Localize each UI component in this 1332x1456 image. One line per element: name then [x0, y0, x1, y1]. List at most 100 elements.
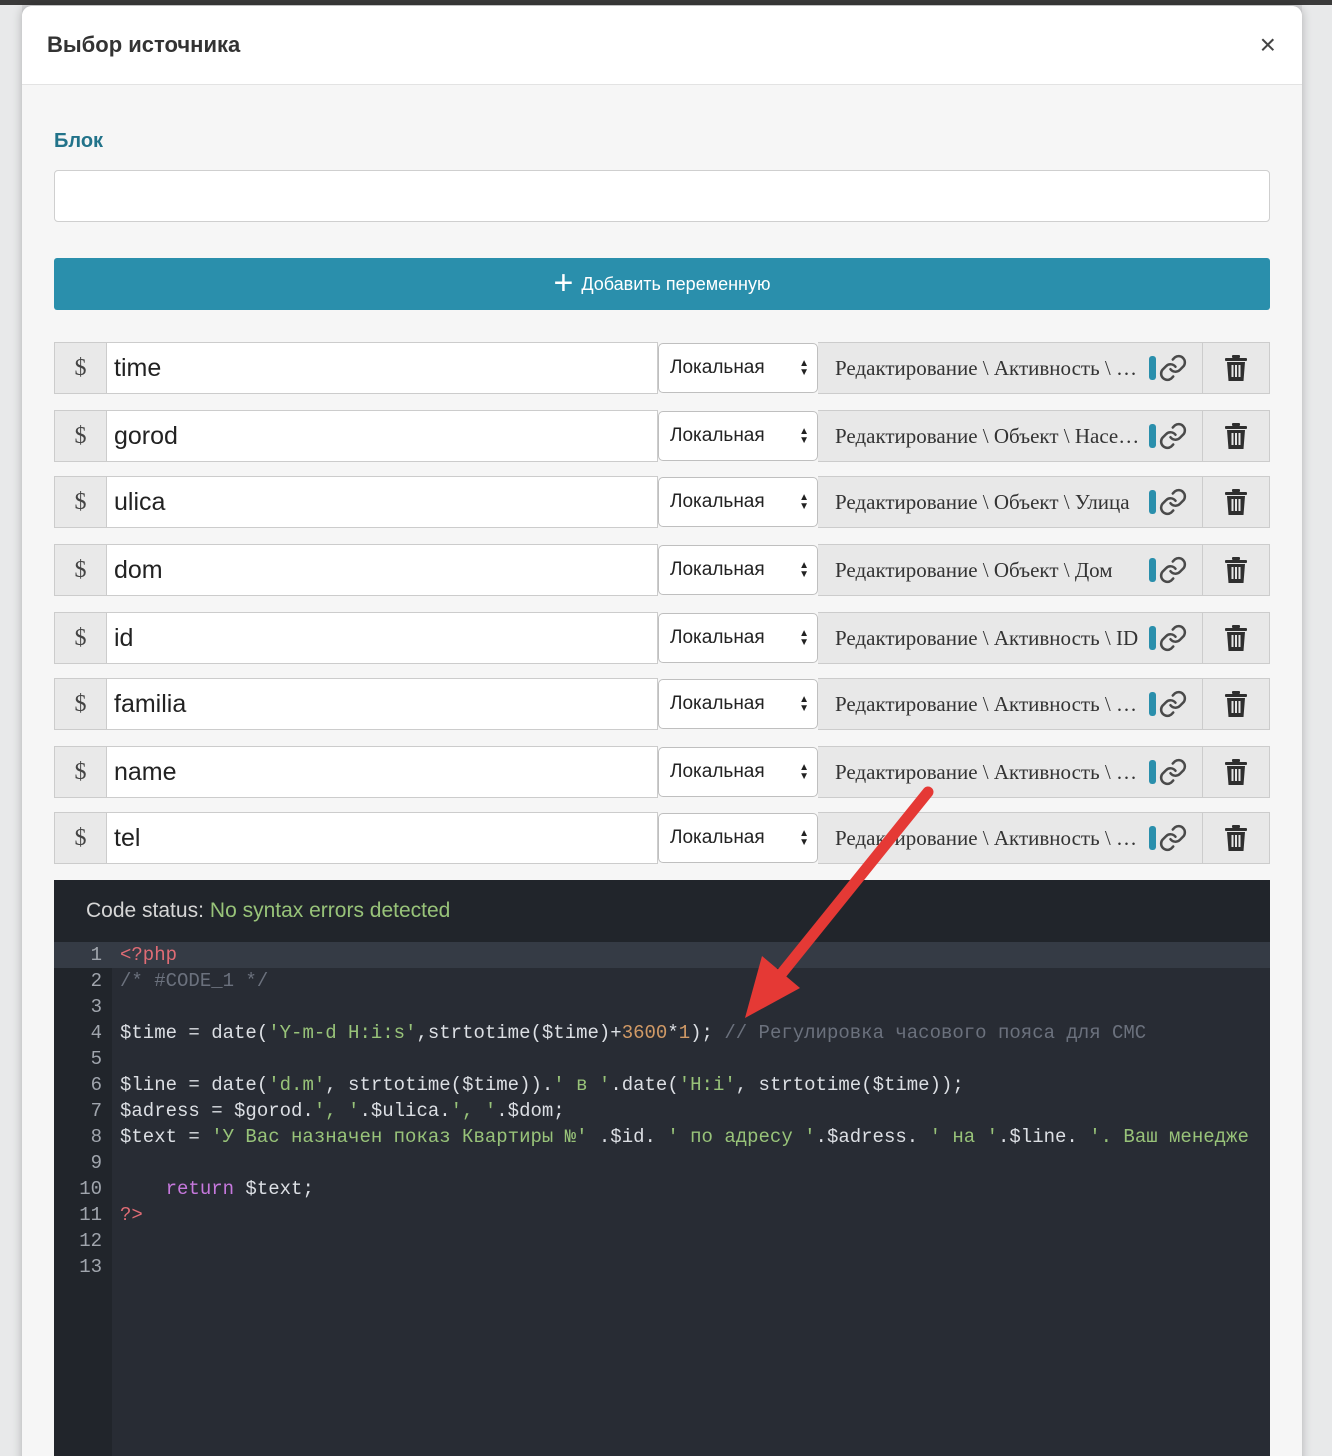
code-line[interactable]: 1 <?php: [54, 942, 1270, 968]
line-number: 8: [90, 1126, 102, 1148]
link-icon[interactable]: [1158, 353, 1188, 383]
code-token: );: [690, 1022, 725, 1044]
delete-variable-button[interactable]: [1203, 612, 1270, 664]
code-token: ', ': [450, 1100, 497, 1122]
source-indicator-icon: [1149, 626, 1156, 650]
variable-row: $ dom Локальная ▲ ▼ Редактирование \ Объект \…: [54, 544, 1270, 596]
source-field[interactable]: Редактирование \ Активность \ Дата и вре…: [818, 342, 1203, 394]
scope-select[interactable]: Локальная ▲ ▼: [658, 411, 818, 461]
code-line[interactable]: 8 $text = 'У Вас назначен показ Квартиры …: [54, 1124, 1270, 1150]
line-number: 5: [90, 1048, 102, 1070]
code-line-content: return $text;: [102, 1178, 314, 1200]
add-variable-button[interactable]: + Добавить переменную: [54, 258, 1270, 310]
delete-variable-button[interactable]: [1203, 410, 1270, 462]
source-indicator-icon: [1149, 760, 1156, 784]
code-line[interactable]: 10 return $text;: [54, 1176, 1270, 1202]
variable-row: $ gorod Локальная ▲ ▼ Редактирование \ Объект…: [54, 410, 1270, 462]
variable-row: $ ulica Локальная ▲ ▼ Редактирование \ Объект…: [54, 476, 1270, 528]
variable-name-input[interactable]: ulica: [106, 476, 658, 528]
link-icon[interactable]: [1158, 823, 1188, 853]
delete-variable-button[interactable]: [1203, 342, 1270, 394]
variable-name-input[interactable]: tel: [106, 812, 658, 864]
code-token: .$id.: [587, 1126, 668, 1148]
variable-name-input[interactable]: gorod: [106, 410, 658, 462]
source-field[interactable]: Редактирование \ Активность \ ID: [818, 612, 1203, 664]
code-line[interactable]: 2 /* #CODE_1 */: [54, 968, 1270, 994]
code-line[interactable]: 11 ?>: [54, 1202, 1270, 1228]
code-token: .$ulica.: [359, 1100, 451, 1122]
code-line-content: ?>: [102, 1204, 143, 1226]
code-token: ,strtotime($time)+: [416, 1022, 622, 1044]
code-line[interactable]: 12: [54, 1228, 1270, 1254]
delete-variable-button[interactable]: [1203, 746, 1270, 798]
link-icon[interactable]: [1158, 757, 1188, 787]
line-number: 10: [79, 1178, 102, 1200]
link-icon[interactable]: [1158, 421, 1188, 451]
block-label: Блок: [54, 130, 104, 152]
code-status-value: No syntax errors detected: [209, 899, 451, 922]
code-status-label: Code status:: [86, 899, 204, 922]
scope-select[interactable]: Локальная ▲ ▼: [658, 545, 818, 595]
link-icon[interactable]: [1158, 689, 1188, 719]
link-icon[interactable]: [1158, 623, 1188, 653]
select-arrows-icon: ▲ ▼: [799, 426, 809, 446]
delete-variable-button[interactable]: [1203, 812, 1270, 864]
select-arrows-icon: ▲ ▼: [799, 560, 809, 580]
source-path: Редактирование \ Активность \ Телефон: [835, 825, 1143, 850]
code-token: 'Y-m-d H:i:s': [268, 1022, 417, 1044]
select-arrows-icon: ▲ ▼: [799, 628, 809, 648]
variable-name-input[interactable]: name: [106, 746, 658, 798]
code-editor[interactable]: Code status: No syntax errors detected 1…: [54, 880, 1270, 1456]
background-page-left: [0, 5, 22, 1456]
variable-row: $ time Локальная ▲ ▼ Редактирование \ Активно…: [54, 342, 1270, 394]
delete-variable-button[interactable]: [1203, 476, 1270, 528]
source-field[interactable]: Редактирование \ Активность \ Телефон: [818, 812, 1203, 864]
source-field[interactable]: Редактирование \ Активность \ Фамилия: [818, 678, 1203, 730]
code-line[interactable]: 9: [54, 1150, 1270, 1176]
block-input[interactable]: [54, 170, 1270, 222]
scope-select-value: Локальная: [670, 357, 765, 378]
variable-name-input[interactable]: familia: [106, 678, 658, 730]
code-token: 'H:i': [678, 1074, 736, 1096]
source-field[interactable]: Редактирование \ Объект \ Улица: [818, 476, 1203, 528]
code-token: .date(: [610, 1074, 679, 1096]
scope-select[interactable]: Локальная ▲ ▼: [658, 747, 818, 797]
source-field[interactable]: Редактирование \ Активность \ Имя: [818, 746, 1203, 798]
code-line[interactable]: 3: [54, 994, 1270, 1020]
line-number: 7: [90, 1100, 102, 1122]
code-line[interactable]: 5: [54, 1046, 1270, 1072]
scope-select[interactable]: Локальная ▲ ▼: [658, 343, 818, 393]
close-icon[interactable]: ×: [1260, 31, 1276, 59]
code-line[interactable]: 13: [54, 1254, 1270, 1280]
delete-variable-button[interactable]: [1203, 678, 1270, 730]
browser-top-edge: [0, 0, 1332, 5]
line-number: 12: [79, 1230, 102, 1252]
source-indicator-icon: [1149, 490, 1156, 514]
scope-select[interactable]: Локальная ▲ ▼: [658, 613, 818, 663]
delete-variable-button[interactable]: [1203, 544, 1270, 596]
variable-name-input[interactable]: time: [106, 342, 658, 394]
code-lines[interactable]: 1 <?php 2/* #CODE_1 */3 4 $time = date('Y-m-…: [54, 942, 1270, 1280]
code-token: $time = date(: [120, 1022, 269, 1044]
source-field[interactable]: Редактирование \ Объект \ Населенный пун…: [818, 410, 1203, 462]
variable-name-input[interactable]: id: [106, 612, 658, 664]
line-number: 1: [90, 944, 102, 966]
scope-select[interactable]: Локальная ▲ ▼: [658, 477, 818, 527]
link-icon[interactable]: [1158, 555, 1188, 585]
code-token: 1: [678, 1022, 691, 1044]
code-line[interactable]: 4 $time = date('Y-m-d H:i:s',strtotime($t…: [54, 1020, 1270, 1046]
scope-select[interactable]: Локальная ▲ ▼: [658, 813, 818, 863]
code-token: /* #CODE_1 */: [120, 970, 269, 992]
code-status-bar: Code status: No syntax errors detected: [54, 880, 1270, 942]
variable-name-input[interactable]: dom: [106, 544, 658, 596]
code-token: 'У Вас назначен показ Квартиры №': [211, 1126, 588, 1148]
source-field[interactable]: Редактирование \ Объект \ Дом: [818, 544, 1203, 596]
code-token: ', ': [313, 1100, 360, 1122]
source-path: Редактирование \ Объект \ Улица: [835, 489, 1130, 514]
source-select-modal: Выбор источника × Блок + Добавить переме…: [22, 6, 1302, 1456]
code-line[interactable]: 7 $adress = $gorod.', '.$ulica.', '.$dom;: [54, 1098, 1270, 1124]
link-icon[interactable]: [1158, 487, 1188, 517]
scope-select[interactable]: Локальная ▲ ▼: [658, 679, 818, 729]
code-line[interactable]: 6 $line = date('d.m', strtotime($time)).'…: [54, 1072, 1270, 1098]
dollar-prefix: $: [54, 678, 106, 730]
